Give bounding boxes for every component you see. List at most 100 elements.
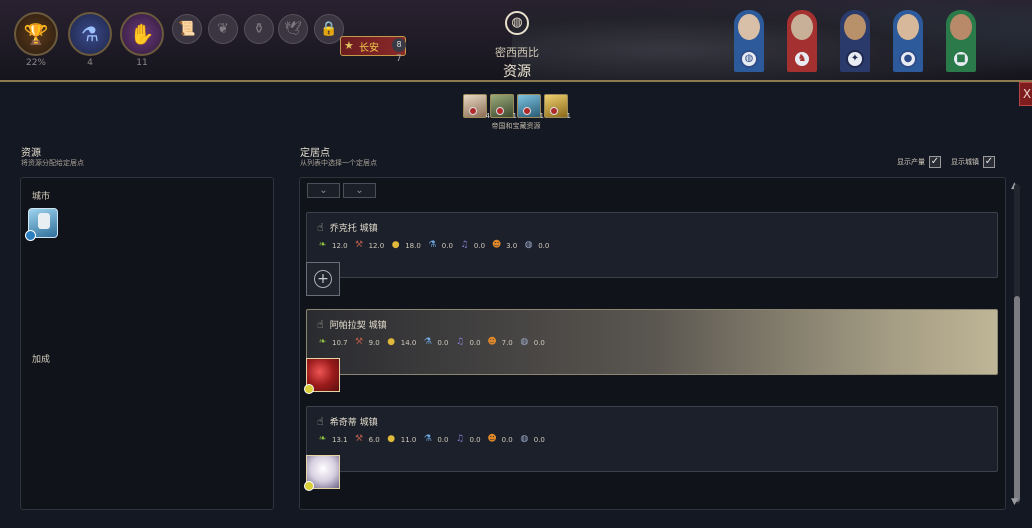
yield-science: ⚗ 0.0 xyxy=(422,337,449,348)
yield-value: 0.0 xyxy=(469,338,481,347)
yield-culture: ♫ 0.0 xyxy=(454,434,481,445)
culture-icon: ♫ xyxy=(455,337,464,347)
resources-title: 资源 xyxy=(21,148,41,159)
yield-row: ❧ 13.1 ⚒ 6.0 ● 11.0 ⚗ 0.0 ♫ 0.0 ☻ 0.0 ◍ 0.0 xyxy=(317,434,545,445)
food-icon: ❧ xyxy=(318,240,327,250)
settlement-name: 希奇蒂 城镇 xyxy=(329,418,378,428)
star-icon: ★ xyxy=(344,39,354,52)
yield-gold: ● 11.0 xyxy=(386,434,417,445)
settlement-card-3[interactable]: ☝ 希奇蒂 城镇 ❧ 13.1 ⚒ 6.0 ● 11.0 ⚗ 0.0 ♫ 0.0 ☻ 0.0 ◍ 0.0 xyxy=(306,406,998,472)
production-icon: ⚒ xyxy=(355,337,364,347)
top-bar: 🏆 22% ⚗ 4 ✋ 11 📜 ❦ ⚱ 🕊 🔒 ★ 长安 8 7 ◍ 密西西比… xyxy=(0,0,1032,82)
yield-value: 9.0 xyxy=(368,338,380,347)
yield-influence: ◍ 0.0 xyxy=(523,240,550,251)
scroll-down-icon[interactable]: ▼ xyxy=(1011,497,1018,507)
yield-value: 12.0 xyxy=(368,241,385,250)
leader-portrait-1[interactable]: ◍ xyxy=(734,10,764,72)
collapse-button-2[interactable]: ⌄ xyxy=(343,183,376,198)
city-label: 城市 xyxy=(32,192,51,202)
science-icon: ⚗ xyxy=(428,240,437,250)
yield-production: ⚒ 6.0 xyxy=(354,434,380,445)
yield-value: 18.0 xyxy=(405,241,421,250)
yield-food: ❧ 10.7 xyxy=(317,337,348,348)
city-population: 8 xyxy=(392,38,406,52)
yield-row: ❧ 10.7 ⚒ 9.0 ● 14.0 ⚗ 0.0 ♫ 0.0 ☻ 7.0 ◍ 0.0 xyxy=(317,337,545,348)
yield-happiness: ☻ 3.0 xyxy=(491,240,517,251)
show-towns-toggle[interactable]: 显示城镇 ✓ xyxy=(951,156,995,168)
dove-icon[interactable]: 🕊 xyxy=(278,14,308,44)
show-yields-toggle[interactable]: 显示产量 ✓ xyxy=(897,156,941,168)
yield-value: 3.0 xyxy=(506,241,518,250)
influence-icon: ◍ xyxy=(520,434,529,444)
influence-value: 11 xyxy=(136,58,148,68)
resource-slot-red[interactable] xyxy=(304,358,340,394)
leaf-icon[interactable]: ❦ xyxy=(208,14,238,44)
yield-value: 11.0 xyxy=(400,435,417,444)
culture-icon: ♫ xyxy=(455,434,464,444)
influence-icon: ◍ xyxy=(524,240,533,250)
happiness-icon: ☻ xyxy=(491,240,502,250)
yield-value: 10.7 xyxy=(332,338,348,347)
settlement-card-1[interactable]: ☝ 乔克托 城镇 ❧ 12.0 ⚒ 12.0 ● 18.0 ⚗ 0.0 ♫ 0.0 ☻ 3.0 ◍ 0.0 xyxy=(306,212,998,278)
globe-icon: ◍ xyxy=(505,11,529,35)
yield-influence: ◍ 0.0 xyxy=(519,337,545,348)
civ-name: 密西西比 xyxy=(495,46,539,59)
settlement-name: 乔克托 城镇 xyxy=(329,224,378,234)
yield-value: 6.0 xyxy=(368,435,380,444)
food-icon: ❧ xyxy=(318,337,327,347)
yield-value: 0.0 xyxy=(501,435,513,444)
city-turns: 7 xyxy=(396,54,402,64)
yield-gold: ● 14.0 xyxy=(386,337,417,348)
town-icon: ☝ xyxy=(317,318,324,331)
gold-icon: ● xyxy=(387,337,396,347)
yield-production: ⚒ 12.0 xyxy=(354,240,385,251)
yield-happiness: ☻ 7.0 xyxy=(487,337,513,348)
yield-value: 7.0 xyxy=(501,338,513,347)
show-towns-checkbox[interactable]: ✓ xyxy=(983,156,995,168)
empire-resource-4[interactable]: 1 xyxy=(544,94,571,120)
science-icon[interactable]: ⚗ xyxy=(68,12,112,56)
yield-value: 0.0 xyxy=(533,338,545,347)
empire-resource-1[interactable]: 4 xyxy=(463,94,490,120)
science-icon: ⚗ xyxy=(423,434,432,444)
close-button[interactable]: X xyxy=(1019,82,1032,106)
yield-value: 12.0 xyxy=(332,241,348,250)
empire-resource-3[interactable]: 1 xyxy=(517,94,544,120)
trophy-icon[interactable]: 🏆 xyxy=(14,12,58,56)
culture-icon: ♫ xyxy=(460,240,469,250)
yield-culture: ♫ 0.0 xyxy=(459,240,485,251)
leader-portrait-3[interactable]: ✦ xyxy=(840,10,870,72)
yield-value: 14.0 xyxy=(400,338,417,347)
yield-culture: ♫ 0.0 xyxy=(454,337,481,348)
leader-portrait-2[interactable]: ♞ xyxy=(787,10,817,72)
vase-icon[interactable]: ⚱ xyxy=(244,14,274,44)
yield-row: ❧ 12.0 ⚒ 12.0 ● 18.0 ⚗ 0.0 ♫ 0.0 ☻ 3.0 ◍ 0.0 xyxy=(317,240,550,251)
science-icon: ⚗ xyxy=(423,337,432,347)
happiness-icon: ☻ xyxy=(487,337,497,347)
resource-slot-cotton[interactable] xyxy=(304,455,340,491)
collapse-button-1[interactable]: ⌄ xyxy=(307,183,340,198)
production-icon: ⚒ xyxy=(355,434,364,444)
empire-resource-2[interactable]: 1 xyxy=(490,94,517,120)
trophy-value: 22% xyxy=(25,58,46,68)
yield-happiness: ☻ 0.0 xyxy=(487,434,513,445)
influence-icon[interactable]: ✋ xyxy=(120,12,164,56)
scroll-icon[interactable]: 📜 xyxy=(172,14,202,44)
yield-gold: ● 18.0 xyxy=(390,240,421,251)
yield-production: ⚒ 9.0 xyxy=(354,337,380,348)
settlement-name: 阿帕拉契 城镇 xyxy=(329,321,387,331)
resources-panel xyxy=(20,177,274,510)
yield-science: ⚗ 0.0 xyxy=(427,240,453,251)
scrollbar-thumb[interactable] xyxy=(1014,296,1020,502)
show-yields-checkbox[interactable]: ✓ xyxy=(929,156,941,168)
add-icon: + xyxy=(314,270,332,288)
leader-portrait-4[interactable]: ● xyxy=(893,10,923,72)
happiness-icon: ☻ xyxy=(487,434,497,444)
empire-resources-caption: 帝国和宝藏资源 xyxy=(491,122,541,130)
leader-portrait-5[interactable]: ■ xyxy=(946,10,976,72)
city-resource-icon[interactable] xyxy=(25,208,58,241)
add-resource-slot[interactable]: + xyxy=(306,262,340,296)
empire-resources: 4 1 1 1 xyxy=(463,94,571,120)
settlement-card-2[interactable]: ☝ 阿帕拉契 城镇 ❧ 10.7 ⚒ 9.0 ● 14.0 ⚗ 0.0 ♫ 0.0 ☻ 7.0 ◍ 0.0 xyxy=(306,309,998,375)
town-icon: ☝ xyxy=(317,415,324,428)
